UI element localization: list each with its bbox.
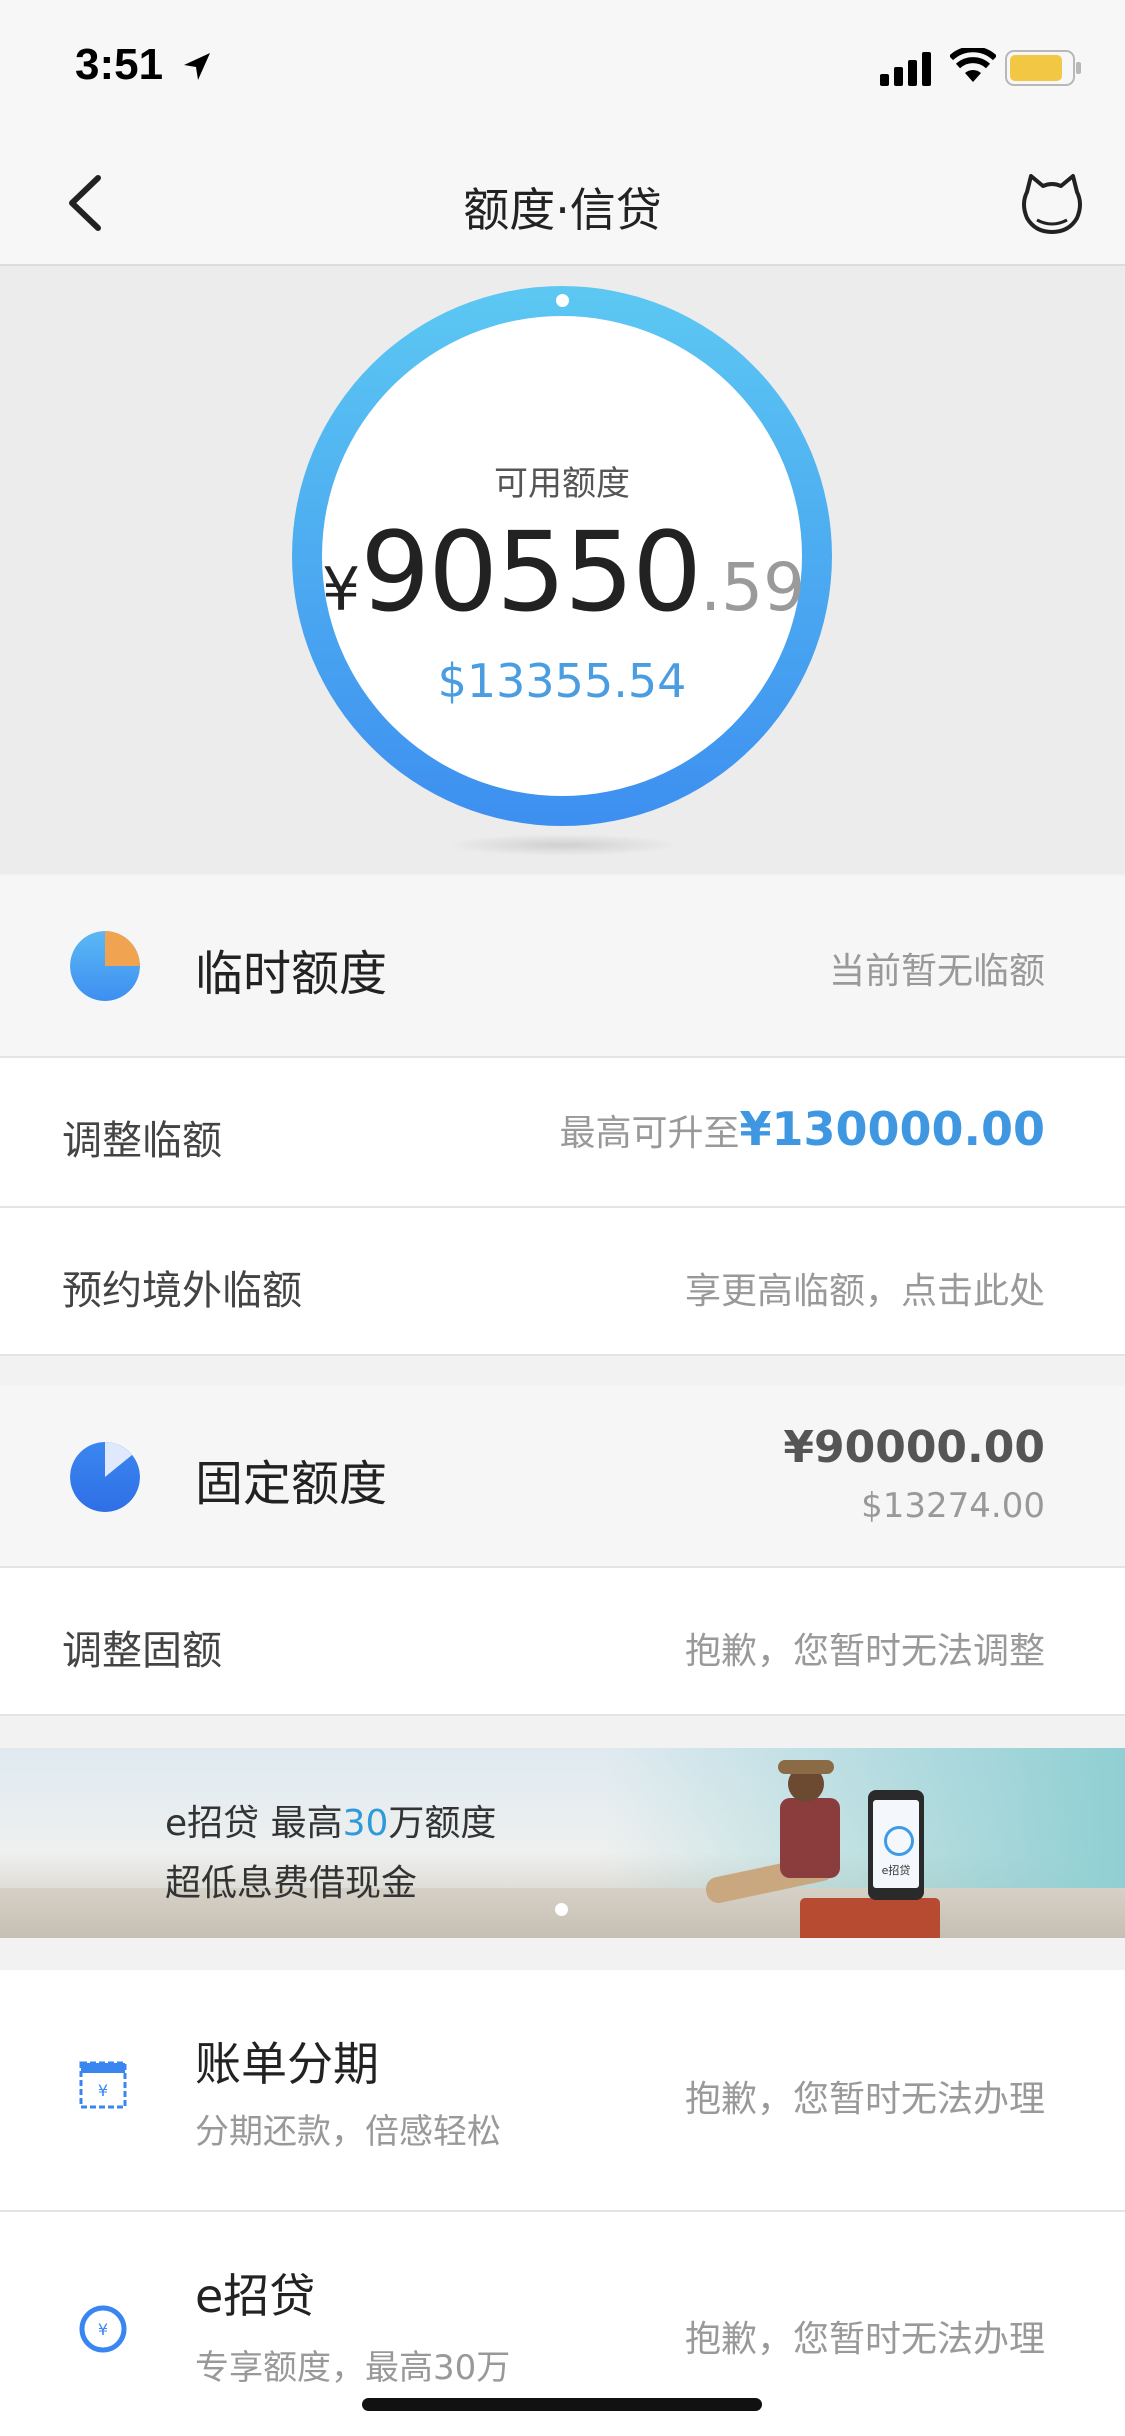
promo-banner[interactable]: e招贷 最高30万额度 超低息费借现金 e招贷 bbox=[0, 1748, 1125, 1938]
banner-headline-number: 30 bbox=[342, 1803, 389, 1844]
banner-person-body bbox=[780, 1798, 840, 1878]
adjust-fixed-limit-value: 抱歉，您暂时无法调整 bbox=[684, 1631, 1045, 1672]
banner-headline: e招贷 最高30万额度 bbox=[165, 1794, 496, 1846]
amount-integer: 90550 bbox=[360, 508, 702, 636]
battery-icon bbox=[1005, 50, 1081, 86]
temp-limit-pie-icon bbox=[70, 931, 140, 1001]
loan-coin-icon: ¥ bbox=[79, 2305, 127, 2353]
adjust-temp-limit-value: 最高可升至¥130000.00 bbox=[559, 1102, 1045, 1156]
temp-limit-status: 当前暂无临额 bbox=[828, 951, 1045, 992]
max-raise-prefix: 最高可升至 bbox=[559, 1113, 740, 1154]
banner-person-hat bbox=[778, 1760, 834, 1774]
banner-phone-label: e招贷 bbox=[881, 1864, 911, 1877]
banner-headline-a: e招贷 最高 bbox=[165, 1803, 343, 1844]
cat-mascot-icon[interactable] bbox=[1017, 170, 1087, 240]
banner-phone-screen: e招贷 bbox=[873, 1800, 919, 1888]
banner-page-indicator bbox=[555, 1903, 568, 1916]
bill-installment-status: 抱歉，您暂时无法办理 bbox=[684, 2079, 1045, 2120]
banner-subline: 超低息费借现金 bbox=[165, 1863, 418, 1904]
fixed-limit-cny: ¥90000.00 bbox=[783, 1422, 1045, 1473]
banner-headline-b: 万额度 bbox=[388, 1803, 497, 1844]
available-credit-amount: ¥90550.59 bbox=[322, 508, 806, 636]
available-credit-usd: $13355.54 bbox=[437, 654, 687, 708]
available-credit-label: 可用额度 bbox=[494, 464, 630, 504]
cellular-signal-icon bbox=[880, 52, 931, 86]
banner-phone-coin-icon bbox=[884, 1826, 914, 1856]
credit-ring: 可用额度 ¥90550.59 $13355.54 bbox=[292, 286, 832, 826]
amount-decimal: .59 bbox=[700, 549, 806, 626]
location-arrow-icon bbox=[184, 53, 210, 80]
temp-limit-title: 临时额度 bbox=[195, 946, 388, 1002]
home-indicator bbox=[362, 2398, 762, 2411]
banner-suitcase bbox=[800, 1898, 940, 1938]
e-loan-title: e招贷 bbox=[195, 2269, 316, 2323]
e-loan-subtitle: 专享额度，最高30万 bbox=[195, 2348, 511, 2388]
svg-text:¥: ¥ bbox=[98, 2081, 108, 2100]
adjust-fixed-limit-label: 调整固额 bbox=[62, 1628, 222, 1674]
adjust-fixed-limit-row[interactable]: 调整固额 抱歉，您暂时无法调整 bbox=[0, 1568, 1125, 1716]
ring-shadow bbox=[445, 834, 680, 856]
bill-installment-title: 账单分期 bbox=[195, 2037, 379, 2091]
max-raise-amount: ¥130000.00 bbox=[739, 1102, 1045, 1156]
adjust-temp-limit-label: 调整临额 bbox=[62, 1118, 222, 1164]
overseas-temp-limit-label: 预约境外临额 bbox=[62, 1268, 302, 1314]
ring-indicator-dot bbox=[556, 294, 569, 307]
fixed-limit-title: 固定额度 bbox=[195, 1456, 388, 1512]
status-time: 3:51 bbox=[75, 40, 164, 89]
banner-phone-illustration: e招贷 bbox=[868, 1790, 924, 1900]
navigation-bar: 额度·信贷 bbox=[0, 140, 1125, 266]
overseas-temp-limit-value: 享更高临额，点击此处 bbox=[684, 1271, 1045, 1312]
bill-installment-row[interactable]: ¥ 账单分期 分期还款，倍感轻松 抱歉，您暂时无法办理 bbox=[0, 1970, 1125, 2212]
available-credit-hero: 可用额度 ¥90550.59 $13355.54 bbox=[0, 266, 1125, 874]
credit-ring-center: 可用额度 ¥90550.59 $13355.54 bbox=[322, 316, 806, 796]
adjust-temp-limit-row[interactable]: 调整临额 最高可升至¥130000.00 bbox=[0, 1058, 1125, 1208]
svg-text:¥: ¥ bbox=[98, 2320, 108, 2339]
overseas-temp-limit-row[interactable]: 预约境外临额 享更高临额，点击此处 bbox=[0, 1208, 1125, 1356]
currency-symbol: ¥ bbox=[322, 555, 361, 625]
bill-installment-icon: ¥ bbox=[79, 2061, 127, 2109]
page-title: 额度·信贷 bbox=[463, 183, 662, 237]
fixed-limit-header: 固定额度 ¥90000.00 $13274.00 bbox=[0, 1386, 1125, 1568]
status-bar: 3:51 bbox=[0, 0, 1125, 140]
bill-installment-subtitle: 分期还款，倍感轻松 bbox=[195, 2112, 501, 2152]
wifi-icon bbox=[950, 48, 996, 82]
e-loan-status: 抱歉，您暂时无法办理 bbox=[684, 2319, 1045, 2360]
fixed-limit-pie-icon bbox=[70, 1442, 140, 1512]
fixed-limit-usd: $13274.00 bbox=[861, 1486, 1045, 1526]
temp-limit-header: 临时额度 当前暂无临额 bbox=[0, 876, 1125, 1058]
